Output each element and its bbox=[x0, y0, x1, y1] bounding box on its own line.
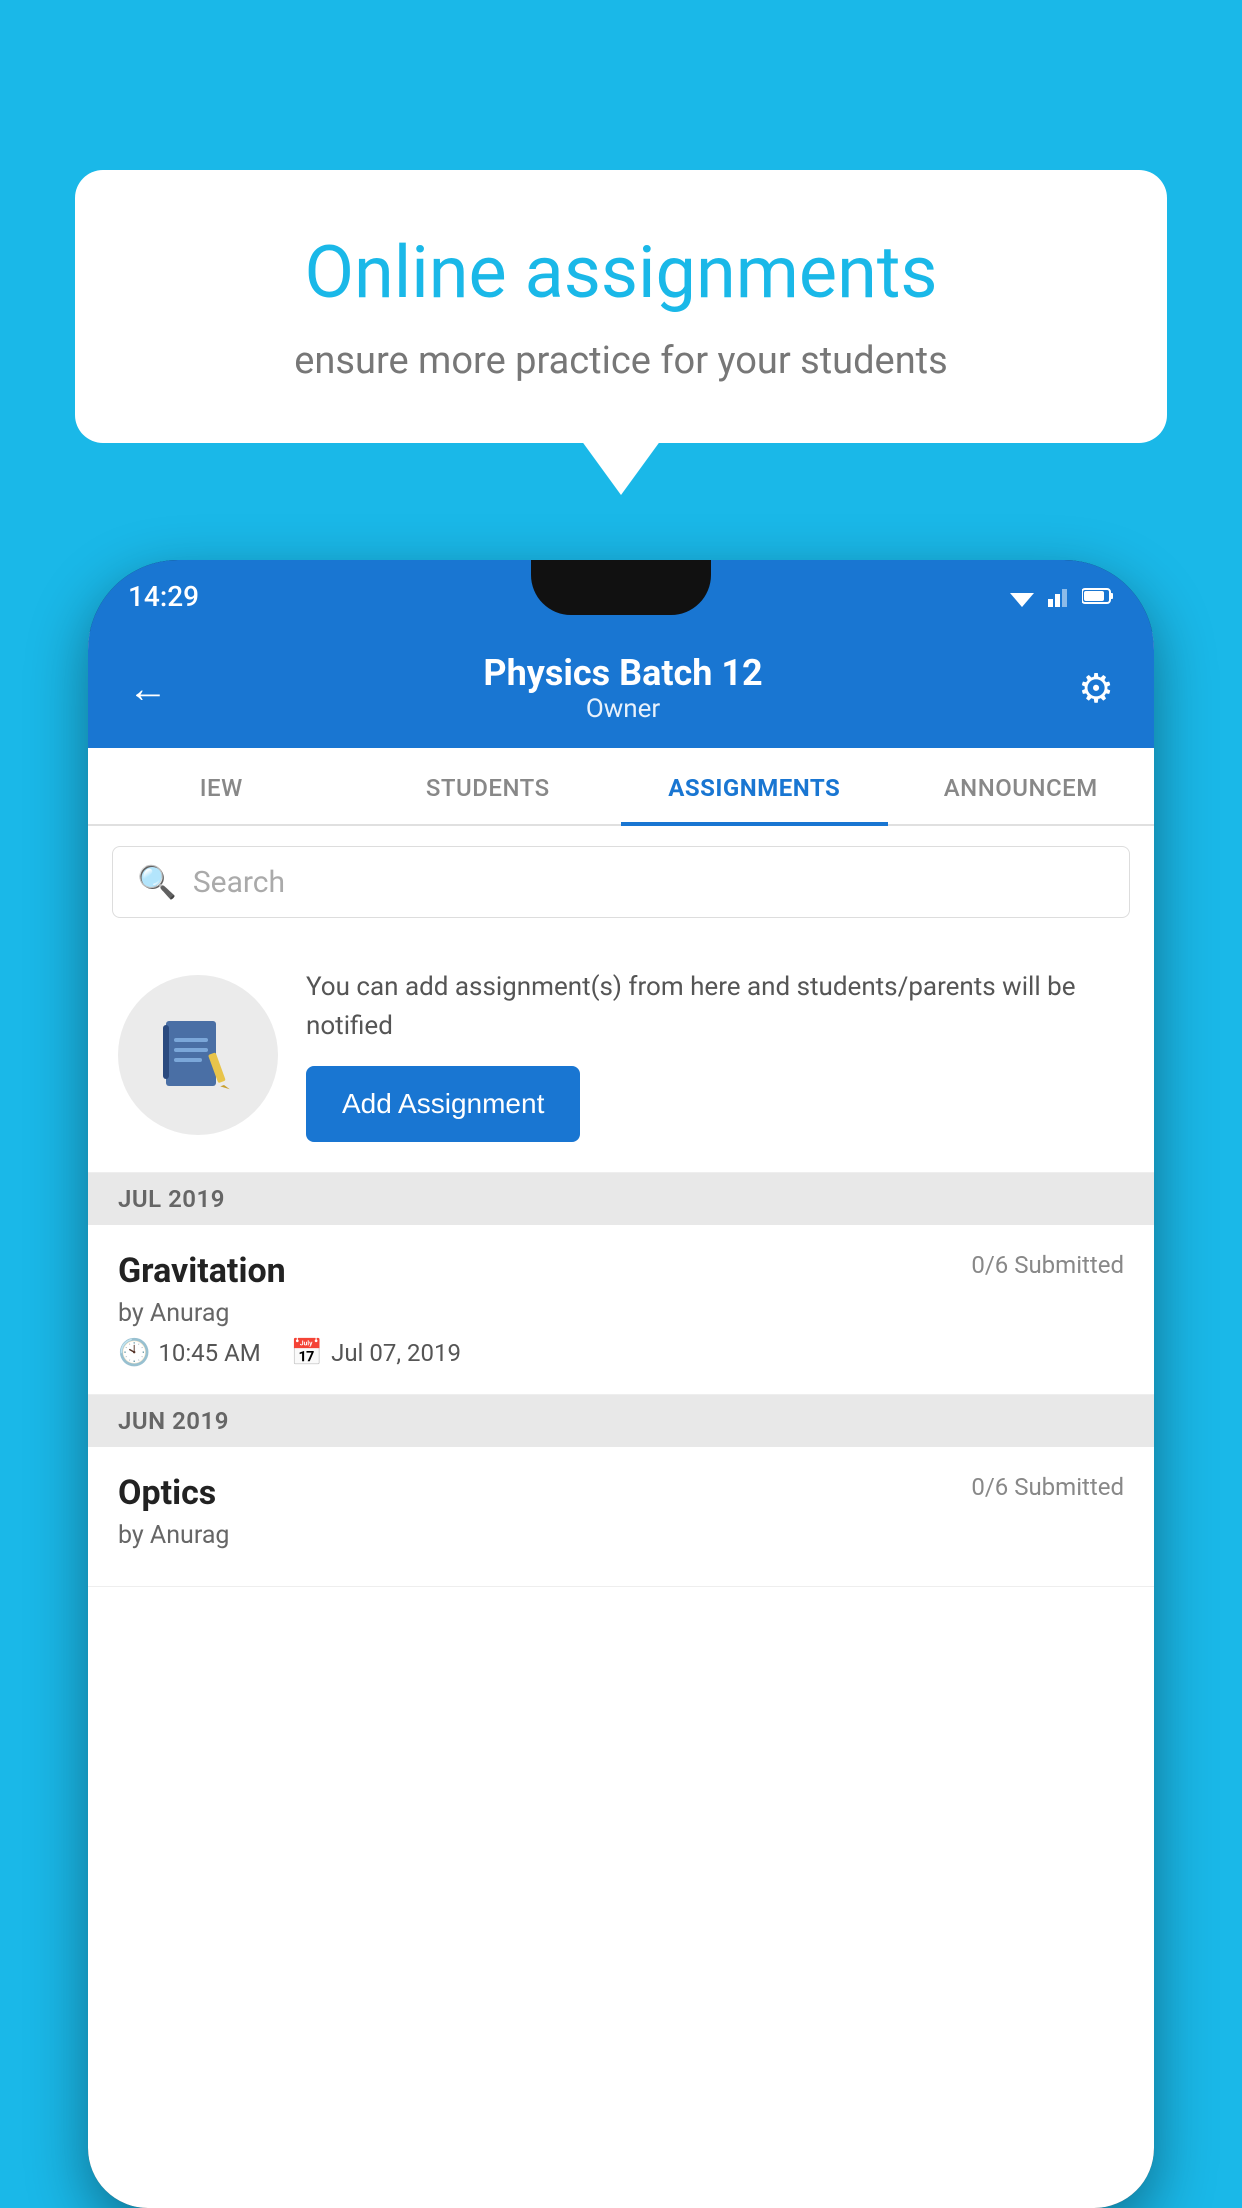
tab-bar: IEW STUDENTS ASSIGNMENTS ANNOUNCEM bbox=[88, 748, 1154, 826]
tab-iew[interactable]: IEW bbox=[88, 748, 355, 824]
assignment-item-gravitation[interactable]: Gravitation 0/6 Submitted by Anurag 🕙 10… bbox=[88, 1225, 1154, 1395]
speech-bubble-container: Online assignments ensure more practice … bbox=[75, 170, 1167, 443]
search-placeholder: Search bbox=[193, 865, 285, 900]
meta-time: 🕙 10:45 AM bbox=[118, 1338, 261, 1368]
search-bar-container: 🔍 Search bbox=[88, 826, 1154, 938]
tab-assignments[interactable]: ASSIGNMENTS bbox=[621, 748, 888, 824]
header-title: Physics Batch 12 bbox=[483, 652, 762, 694]
phone-screen: ← Physics Batch 12 Owner ⚙ IEW STUDENTS … bbox=[88, 632, 1154, 2208]
assignment-optics-title: Optics bbox=[118, 1473, 216, 1513]
app-header: ← Physics Batch 12 Owner ⚙ bbox=[88, 632, 1154, 748]
signal-icon bbox=[1048, 585, 1072, 607]
status-bar: 14:29 bbox=[88, 560, 1154, 632]
assignment-submitted: 0/6 Submitted bbox=[971, 1251, 1124, 1279]
notebook-icon bbox=[156, 1013, 241, 1098]
assignment-optics-author: by Anurag bbox=[118, 1521, 1124, 1550]
search-bar[interactable]: 🔍 Search bbox=[112, 846, 1130, 918]
promo-content: You can add assignment(s) from here and … bbox=[306, 968, 1124, 1142]
search-icon: 🔍 bbox=[137, 863, 177, 901]
promo-icon-circle bbox=[118, 975, 278, 1135]
section-jun-2019: JUN 2019 bbox=[88, 1395, 1154, 1447]
calendar-icon: 📅 bbox=[291, 1338, 323, 1368]
assignment-title: Gravitation bbox=[118, 1251, 286, 1291]
speech-bubble-title: Online assignments bbox=[145, 230, 1097, 315]
status-icons bbox=[1006, 585, 1114, 607]
header-title-group: Physics Batch 12 Owner bbox=[483, 652, 762, 724]
phone-frame: 14:29 ← Physi bbox=[88, 560, 1154, 2208]
tab-students[interactable]: STUDENTS bbox=[355, 748, 622, 824]
battery-icon bbox=[1082, 587, 1114, 605]
assignment-author: by Anurag bbox=[118, 1299, 1124, 1328]
promo-text: You can add assignment(s) from here and … bbox=[306, 968, 1124, 1046]
assignment-optics-header-row: Optics 0/6 Submitted bbox=[118, 1473, 1124, 1513]
assignment-time: 10:45 AM bbox=[158, 1339, 260, 1367]
assignment-date: Jul 07, 2019 bbox=[331, 1339, 461, 1367]
assignment-meta: 🕙 10:45 AM 📅 Jul 07, 2019 bbox=[118, 1338, 1124, 1368]
speech-bubble-subtitle: ensure more practice for your students bbox=[145, 339, 1097, 383]
assignment-header-row: Gravitation 0/6 Submitted bbox=[118, 1251, 1124, 1291]
speech-bubble: Online assignments ensure more practice … bbox=[75, 170, 1167, 443]
section-jul-2019: JUL 2019 bbox=[88, 1173, 1154, 1225]
wifi-icon bbox=[1006, 585, 1038, 607]
clock-icon: 🕙 bbox=[118, 1338, 150, 1368]
gear-icon[interactable]: ⚙ bbox=[1078, 665, 1114, 712]
back-button[interactable]: ← bbox=[128, 665, 168, 712]
tab-announcements[interactable]: ANNOUNCEM bbox=[888, 748, 1155, 824]
assignment-optics-submitted: 0/6 Submitted bbox=[971, 1473, 1124, 1501]
meta-date: 📅 Jul 07, 2019 bbox=[291, 1338, 461, 1368]
promo-section: You can add assignment(s) from here and … bbox=[88, 938, 1154, 1173]
header-subtitle: Owner bbox=[483, 694, 762, 724]
assignment-item-optics[interactable]: Optics 0/6 Submitted by Anurag bbox=[88, 1447, 1154, 1587]
status-time: 14:29 bbox=[128, 580, 199, 613]
add-assignment-button[interactable]: Add Assignment bbox=[306, 1066, 580, 1142]
